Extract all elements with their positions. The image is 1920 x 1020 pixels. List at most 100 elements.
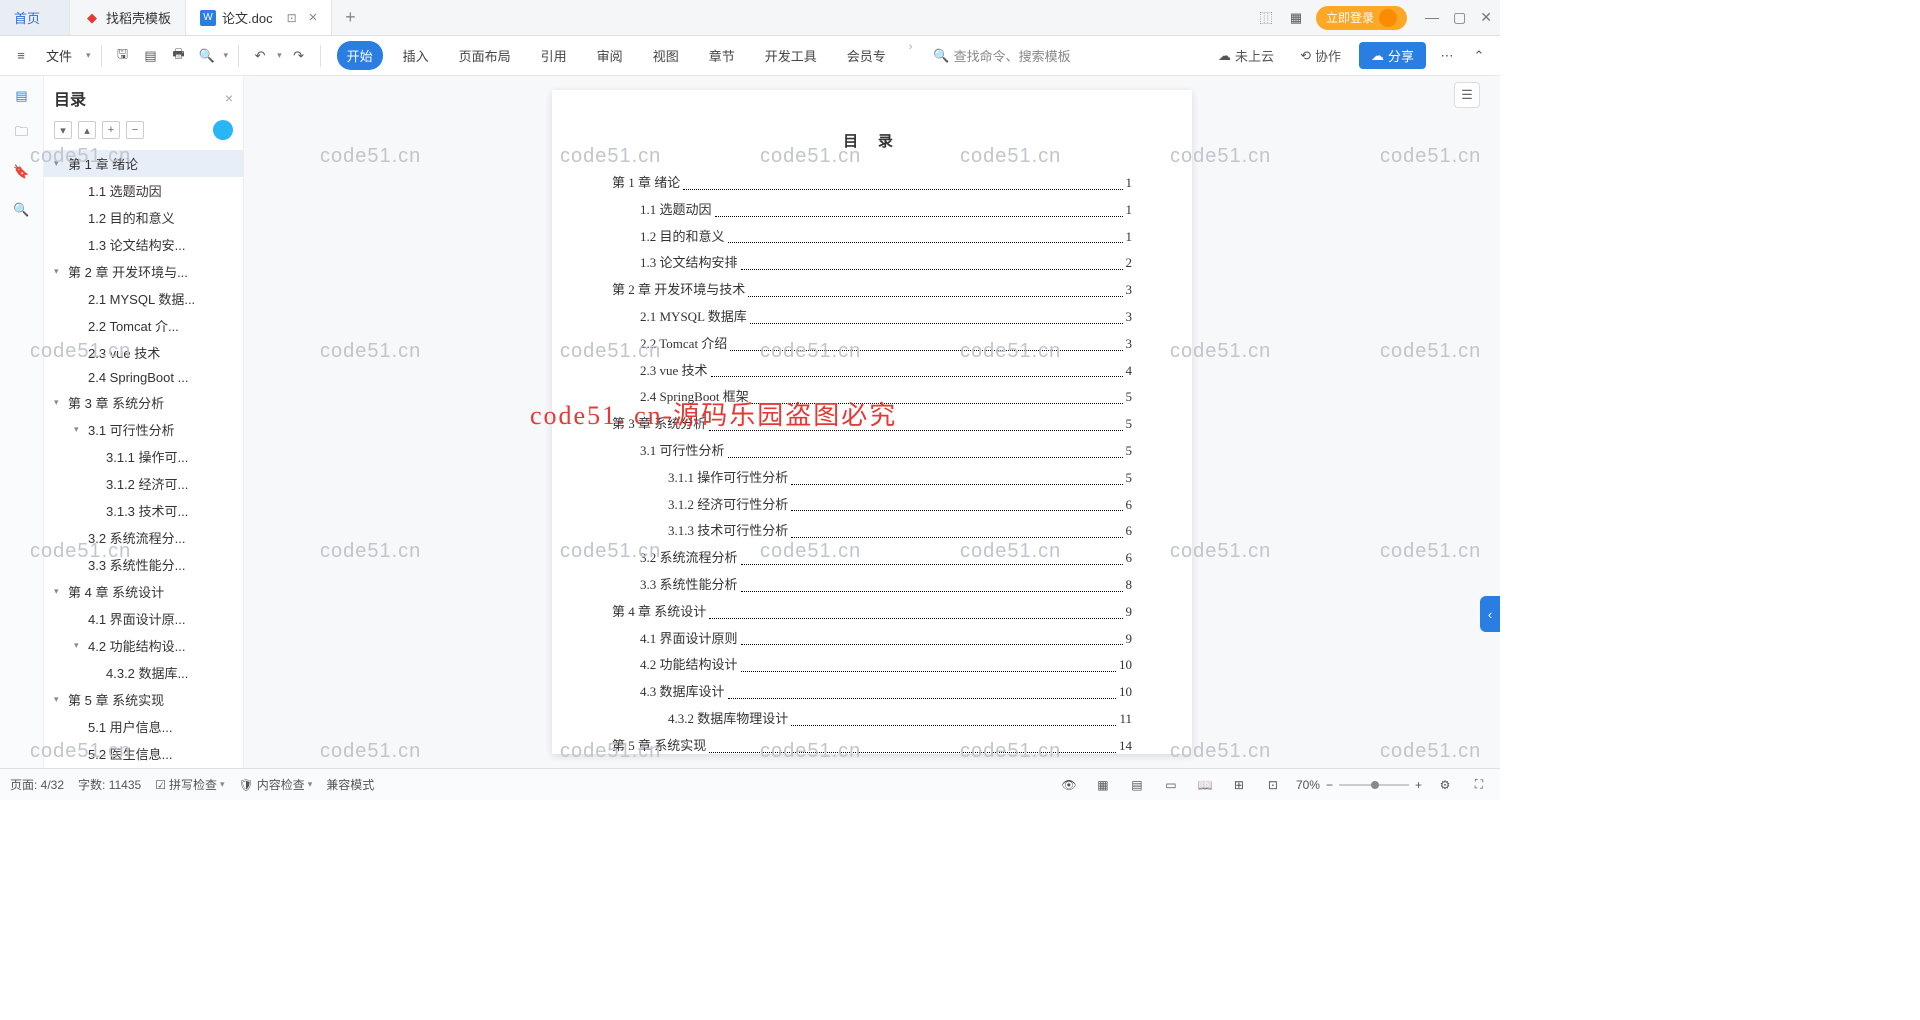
- toc-item[interactable]: 5.1 用户信息...: [44, 713, 243, 740]
- layout-icon[interactable]: ⿲: [1256, 8, 1276, 28]
- save-icon[interactable]: 🖫: [112, 45, 134, 67]
- toc-item[interactable]: 1.1 选题动因: [44, 177, 243, 204]
- toc-item[interactable]: 1.2 目的和意义: [44, 204, 243, 231]
- collab-button[interactable]: ⟲协作: [1292, 43, 1349, 68]
- login-button[interactable]: 立即登录: [1316, 6, 1407, 30]
- toc-close-icon[interactable]: ×: [225, 90, 233, 106]
- file-menu[interactable]: 文件: [38, 42, 80, 69]
- undo-icon[interactable]: ↶: [249, 45, 271, 67]
- more-icon[interactable]: ⋯: [1436, 45, 1458, 67]
- menu-review[interactable]: 审阅: [587, 41, 633, 70]
- print-preview-icon[interactable]: ▤: [140, 45, 162, 67]
- cloud-status[interactable]: ☁未上云: [1210, 43, 1282, 68]
- menu-view[interactable]: 视图: [643, 41, 689, 70]
- reading-icon[interactable]: ▭: [1160, 774, 1182, 796]
- toc-item[interactable]: ▾第 4 章 系统设计: [44, 578, 243, 605]
- collapse-icon[interactable]: ⌃: [1468, 45, 1490, 67]
- redo-icon[interactable]: ↷: [288, 45, 310, 67]
- hamburger-icon[interactable]: ≡: [10, 45, 32, 67]
- tab-template[interactable]: ◆ 找稻壳模板: [70, 0, 186, 35]
- menu-member[interactable]: 会员专: [837, 41, 896, 70]
- expand-all-icon[interactable]: ▴: [78, 121, 96, 139]
- share-button[interactable]: ☁分享: [1359, 42, 1426, 69]
- doc-toc-line: 2.2 Tomcat 介绍3: [612, 334, 1132, 355]
- toc-item[interactable]: ▾第 2 章 开发环境与...: [44, 258, 243, 285]
- eye-icon[interactable]: 👁: [1058, 774, 1080, 796]
- nav-right-icon[interactable]: ›: [906, 41, 916, 70]
- folder-icon[interactable]: 🗀: [12, 124, 32, 144]
- leader-dots: [791, 709, 1116, 726]
- side-handle-icon[interactable]: ‹: [1480, 596, 1500, 632]
- search-command[interactable]: 🔍 查找命令、搜索模板: [933, 46, 1070, 65]
- menu-devtools[interactable]: 开发工具: [755, 41, 827, 70]
- spell-check[interactable]: ☑拼写检查 ▾: [155, 776, 224, 793]
- toc-item[interactable]: 3.1.2 经济可...: [44, 470, 243, 497]
- toc-item[interactable]: 3.1.3 技术可...: [44, 497, 243, 524]
- toc-item[interactable]: ▾第 5 章 系统实现: [44, 686, 243, 713]
- toc-item-label: 3.1.2 经济可...: [106, 474, 188, 493]
- toc-item[interactable]: 2.4 SpringBoot ...: [44, 366, 243, 389]
- toc-item[interactable]: 4.3.2 数据库...: [44, 659, 243, 686]
- document-area[interactable]: 目 录 第 1 章 绪论11.1 选题动因11.2 目的和意义11.3 论文结构…: [244, 76, 1500, 768]
- toc-item[interactable]: 2.3 vue 技术: [44, 339, 243, 366]
- bookmark-icon[interactable]: 🔖: [12, 162, 32, 182]
- zoom-out-icon[interactable]: −: [1326, 778, 1333, 792]
- page-indicator[interactable]: 页面: 4/32: [10, 776, 64, 793]
- toc-item[interactable]: ▾4.2 功能结构设...: [44, 632, 243, 659]
- web-layout-icon[interactable]: ▦: [1092, 774, 1114, 796]
- menu-chapter[interactable]: 章节: [699, 41, 745, 70]
- zoom-in-icon[interactable]: +: [1415, 778, 1422, 792]
- add-toc-icon[interactable]: +: [102, 121, 120, 139]
- grid-icon[interactable]: ▦: [1286, 8, 1306, 28]
- preview-icon[interactable]: 🔍: [196, 45, 218, 67]
- ruler-icon[interactable]: ⊡: [1262, 774, 1284, 796]
- tab-document[interactable]: W 论文.doc ⊡ ×: [186, 0, 332, 35]
- properties-icon[interactable]: ☰: [1454, 82, 1480, 108]
- toc-item[interactable]: 2.2 Tomcat 介...: [44, 312, 243, 339]
- content-check[interactable]: 🛡内容检查 ▾: [239, 776, 313, 793]
- toc-item[interactable]: 4.1 界面设计原...: [44, 605, 243, 632]
- toc-item[interactable]: 1.3 论文结构安...: [44, 231, 243, 258]
- window-close-icon[interactable]: ✕: [1480, 9, 1492, 26]
- toc-item[interactable]: ▾3.1 可行性分析: [44, 416, 243, 443]
- add-tab-button[interactable]: +: [332, 0, 368, 35]
- zoom-control[interactable]: 70% − +: [1296, 778, 1422, 792]
- close-icon[interactable]: ×: [309, 9, 318, 26]
- tab-home[interactable]: 首页: [0, 0, 70, 35]
- caret-icon: ▾: [74, 424, 84, 435]
- toc-item[interactable]: 2.1 MYSQL 数据...: [44, 285, 243, 312]
- minimize-icon[interactable]: ―: [1425, 9, 1439, 26]
- settings-icon[interactable]: ⚙: [1434, 774, 1456, 796]
- doc-toc-page: 6: [1126, 521, 1133, 542]
- doc-toc-page: 3: [1126, 280, 1133, 301]
- outline-view-icon[interactable]: ▤: [1126, 774, 1148, 796]
- menu-start[interactable]: 开始: [337, 41, 383, 70]
- maximize-icon[interactable]: ▢: [1453, 9, 1466, 26]
- toc-item[interactable]: 3.1.1 操作可...: [44, 443, 243, 470]
- assistant-icon[interactable]: [213, 120, 233, 140]
- grid-view-icon[interactable]: ⊞: [1228, 774, 1250, 796]
- toc-item[interactable]: ▾第 1 章 绪论: [44, 150, 243, 177]
- menu-ref[interactable]: 引用: [531, 41, 577, 70]
- zoom-slider[interactable]: [1339, 784, 1409, 786]
- toc-item[interactable]: 5.2 医生信息...: [44, 740, 243, 767]
- toc-item[interactable]: 3.3 系统性能分...: [44, 551, 243, 578]
- fullscreen-icon[interactable]: ⛶: [1468, 774, 1490, 796]
- collab-icon: ⟲: [1300, 48, 1311, 64]
- menu-insert[interactable]: 插入: [393, 41, 439, 70]
- word-count[interactable]: 字数: 11435: [78, 776, 141, 793]
- toc-item[interactable]: 3.2 系统流程分...: [44, 524, 243, 551]
- doc-toc-text: 第 4 章 系统设计: [612, 602, 706, 623]
- doc-toc-page: 5: [1126, 414, 1133, 435]
- collapse-all-icon[interactable]: ▾: [54, 121, 72, 139]
- search-rail-icon[interactable]: 🔍: [12, 200, 32, 220]
- remove-toc-icon[interactable]: −: [126, 121, 144, 139]
- book-icon[interactable]: 📖: [1194, 774, 1216, 796]
- outline-icon[interactable]: ▤: [12, 86, 32, 106]
- pin-icon[interactable]: ⊡: [287, 11, 297, 25]
- print-icon[interactable]: 🖶: [168, 45, 190, 67]
- menu-layout[interactable]: 页面布局: [449, 41, 521, 70]
- compat-mode[interactable]: 兼容模式: [326, 776, 374, 793]
- toc-item[interactable]: ▾第 3 章 系统分析: [44, 389, 243, 416]
- toc-item-label: 第 4 章 系统设计: [68, 582, 164, 601]
